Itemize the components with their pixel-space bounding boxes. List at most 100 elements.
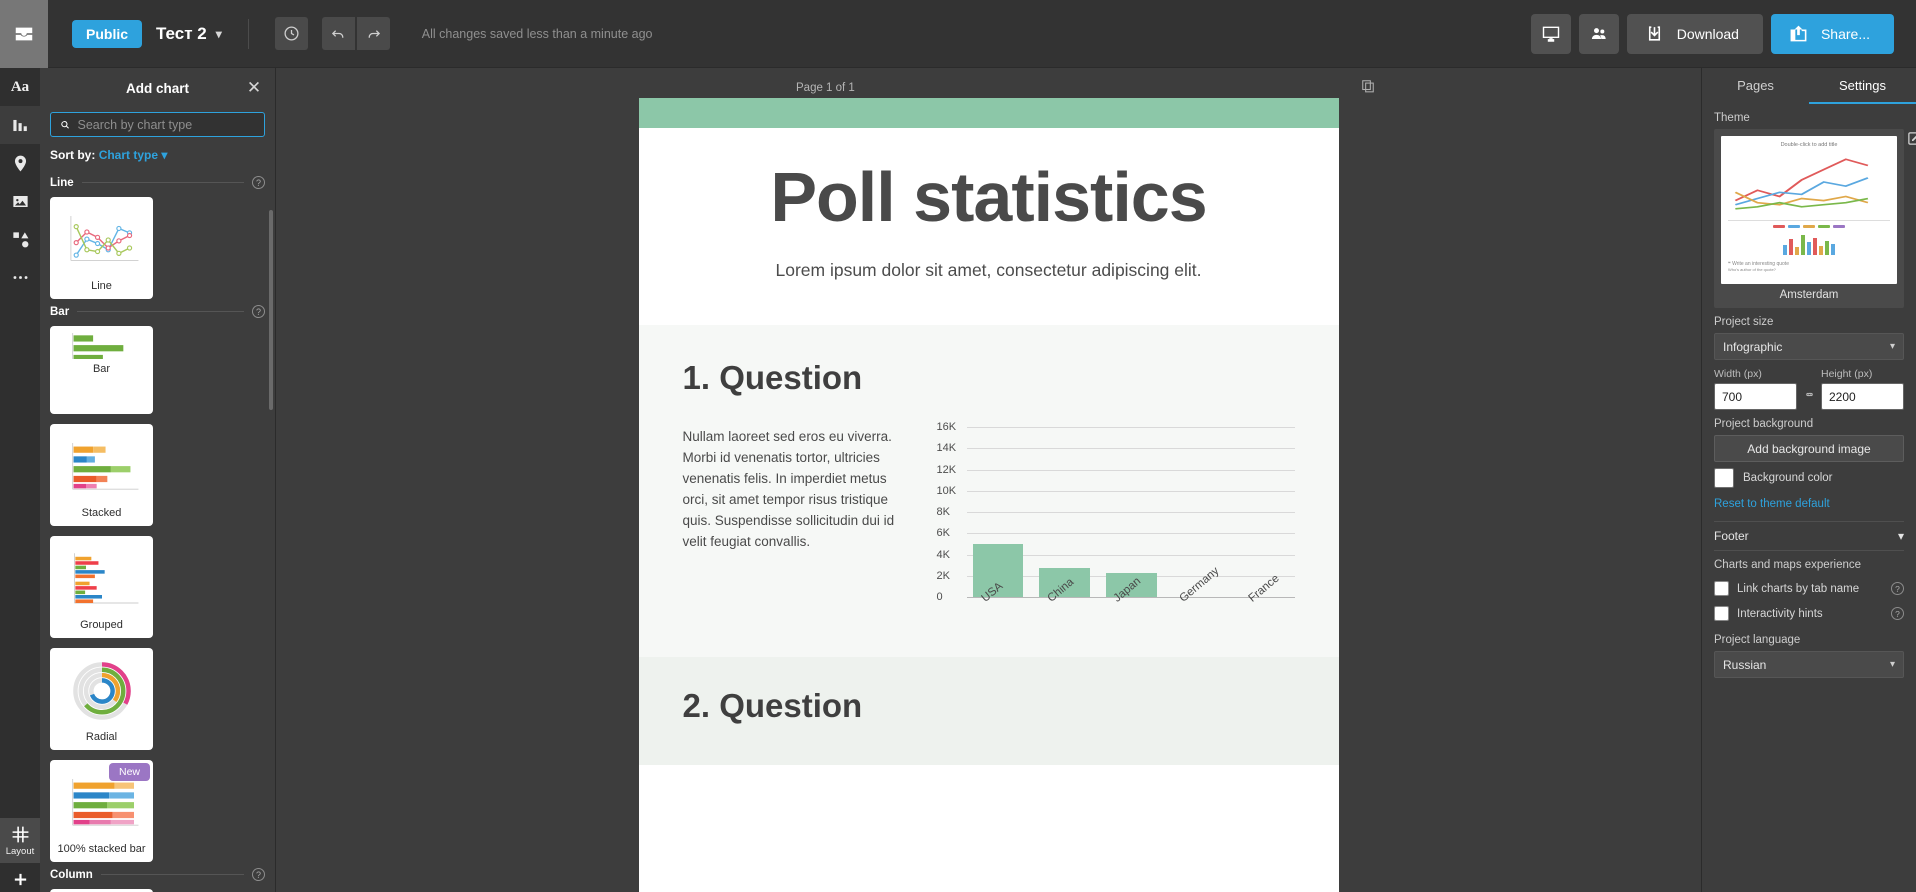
reset-to-theme-default-link[interactable]: Reset to theme default	[1702, 492, 1916, 513]
project-size-select[interactable]: Infographic ▾	[1714, 333, 1904, 360]
stacked-bar-thumb	[56, 431, 147, 503]
download-icon	[1648, 26, 1660, 41]
link-charts-checkbox[interactable]	[1714, 581, 1729, 596]
chart-type-card-pct-stacked-bar[interactable]: New 100% stacked bar	[50, 760, 153, 862]
question-icon[interactable]: ?	[252, 305, 265, 318]
version-history-button[interactable]	[274, 17, 308, 50]
rail-item-add[interactable]	[0, 863, 40, 892]
charts-maps-experience-label: Charts and maps experience	[1714, 559, 1862, 571]
tab-label: Pages	[1737, 77, 1774, 93]
chart-grid-bar: Bar Stacked Grouped Radial New 100% stac…	[50, 326, 265, 862]
grouped-bar-thumb	[56, 543, 147, 615]
present-button[interactable]	[1530, 13, 1571, 54]
category-label: Line	[50, 176, 74, 189]
chart-type-card-bar[interactable]: Bar	[50, 326, 153, 414]
y-tick-label: 14K	[936, 442, 957, 455]
undo-button[interactable]	[321, 17, 355, 50]
dimensions-row: Width (px) Height (px)	[1702, 368, 1916, 410]
question-icon[interactable]: ?	[1891, 607, 1904, 620]
background-color-swatch[interactable]	[1714, 468, 1734, 488]
y-tick-label: 12K	[936, 463, 957, 476]
collaborators-button[interactable]	[1578, 13, 1619, 54]
y-tick-label: 10K	[936, 484, 957, 497]
footer-label: Footer	[1714, 529, 1749, 543]
share-button[interactable]: Share...	[1770, 13, 1894, 54]
rail-item-maps[interactable]	[0, 144, 40, 182]
sort-row: Sort by: Chart type ▾	[40, 137, 275, 170]
category-rule	[100, 874, 244, 875]
search-row	[40, 108, 275, 137]
rail-item-pictures[interactable]	[0, 182, 40, 220]
panel-scrollbar[interactable]	[269, 210, 273, 410]
tab-settings[interactable]: Settings	[1809, 68, 1916, 104]
map-pin-icon	[14, 155, 26, 171]
project-name-label: Тест 2	[156, 23, 207, 43]
theme-preview-quote-sub: Who's author of the quote?	[1728, 267, 1776, 272]
width-label: Width (px)	[1714, 368, 1762, 380]
theme-card[interactable]: Double-click to add title ❝ Write an int…	[1714, 129, 1916, 308]
search-input[interactable]	[77, 117, 264, 132]
project-language-value: Russian	[1723, 657, 1767, 672]
y-tick-label: 16K	[936, 421, 957, 433]
undo-redo-group	[321, 17, 390, 50]
chart-type-card-line[interactable]: Line	[50, 197, 153, 299]
chart-type-list[interactable]: Line ? Line Bar ? Bar Stacked Grouped Ra…	[40, 170, 275, 892]
chart-type-card-radial[interactable]: Radial	[50, 648, 153, 750]
section-heading[interactable]: 2. Question	[683, 687, 1295, 725]
link-dimensions-button[interactable]	[1801, 388, 1817, 410]
close-icon[interactable]: ✕	[243, 77, 265, 99]
visibility-badge[interactable]: Public	[72, 19, 143, 48]
footer-accordion[interactable]: Footer ▾	[1714, 521, 1904, 551]
clock-history-icon	[284, 26, 299, 41]
section-body-text[interactable]: Nullam laoreet sed eros eu viverra. Morb…	[683, 427, 915, 627]
theme-preview: Double-click to add title ❝ Write an int…	[1721, 136, 1897, 284]
project-name-dropdown[interactable]: Тест 2 ▾	[156, 24, 222, 44]
theme-edit-button[interactable]	[1907, 131, 1916, 149]
embedded-bar-chart[interactable]: 16K 14K 12K 10K 8K 6K 4K 2K 0 USA China …	[936, 421, 1295, 627]
rail-item-text[interactable]: Aa	[0, 68, 40, 106]
project-language-select[interactable]: Russian ▾	[1714, 651, 1904, 678]
app-logo[interactable]	[0, 0, 48, 68]
tab-pages[interactable]: Pages	[1702, 68, 1809, 104]
rail-item-shapes[interactable]	[0, 220, 40, 258]
chart-search-box[interactable]	[50, 112, 265, 137]
add-background-image-button[interactable]: Add background image	[1714, 435, 1904, 462]
option-label: Link charts by tab name	[1737, 582, 1860, 595]
sort-value-dropdown[interactable]: Chart type ▾	[99, 148, 168, 162]
toolbar-right-group: Download Share...	[1530, 13, 1916, 54]
image-icon	[12, 195, 28, 207]
chart-type-label: Bar	[92, 362, 111, 375]
chart-type-card-grouped[interactable]: Grouped	[50, 536, 153, 638]
height-input[interactable]	[1821, 383, 1904, 410]
category-label: Bar	[50, 305, 70, 318]
document-page[interactable]: Poll statistics Lorem ipsum dolor sit am…	[638, 98, 1339, 892]
question-icon[interactable]: ?	[252, 176, 265, 189]
question-icon[interactable]: ?	[252, 868, 265, 881]
share-label: Share...	[1820, 25, 1870, 42]
width-input[interactable]	[1714, 383, 1797, 410]
interactivity-hints-checkbox[interactable]	[1714, 606, 1729, 621]
new-badge: New	[108, 763, 150, 781]
theme-preview-legend	[1728, 225, 1890, 228]
section-content-row: Nullam laoreet sed eros eu viverra. Morb…	[683, 421, 1295, 627]
duplicate-page-button[interactable]	[1361, 79, 1375, 96]
rail-item-layout[interactable]: Layout	[0, 818, 40, 863]
download-label: Download	[1676, 25, 1739, 42]
chart-bars	[972, 427, 1291, 597]
grid-icon	[12, 826, 28, 843]
chart-type-card-stacked[interactable]: Stacked	[50, 424, 153, 526]
rail-item-more[interactable]	[0, 258, 40, 296]
chart-plot-area: 16K 14K 12K 10K 8K 6K 4K 2K 0 USA China …	[936, 421, 1295, 605]
question-icon[interactable]: ?	[1891, 582, 1904, 595]
project-background-label: Project background	[1714, 418, 1814, 430]
download-button[interactable]: Download	[1626, 13, 1763, 54]
redo-button[interactable]	[356, 17, 390, 50]
document-subtitle[interactable]: Lorem ipsum dolor sit amet, consectetur …	[669, 260, 1309, 281]
category-label: Column	[50, 868, 93, 881]
document-accent-bar	[638, 98, 1339, 128]
section-heading[interactable]: 1. Question	[683, 359, 1295, 397]
document-title[interactable]: Poll statistics	[669, 162, 1309, 232]
project-language-label: Project language	[1714, 634, 1801, 646]
rail-item-charts[interactable]	[0, 106, 40, 144]
background-color-row: Background color	[1702, 462, 1916, 492]
